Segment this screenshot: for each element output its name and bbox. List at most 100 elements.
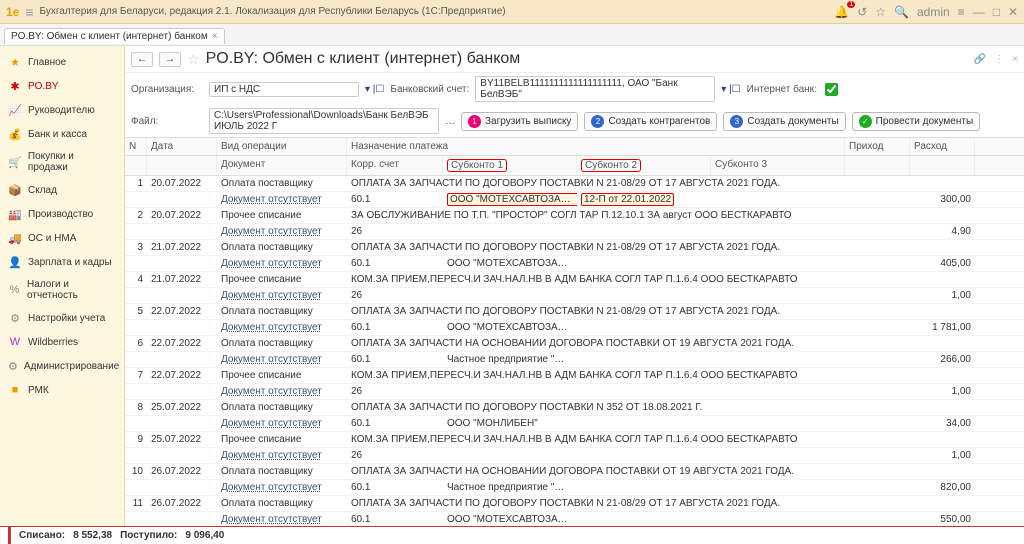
grid[interactable]: N Дата Вид операции Назначение платежа П… bbox=[125, 137, 1024, 526]
file-label: Файл: bbox=[131, 116, 203, 127]
nav-back[interactable]: ← bbox=[131, 52, 153, 67]
sidebar-item-банк-и-касса[interactable]: 💰Банк и касса bbox=[0, 122, 124, 146]
doc-missing-link[interactable]: Документ отсутствует bbox=[221, 194, 322, 205]
close-icon[interactable]: ✕ bbox=[1008, 5, 1018, 19]
table-row-sub[interactable]: Документ отсутствует60.1ООО "МОТЕХСАВТОЗ… bbox=[125, 256, 1024, 272]
file-picker[interactable]: … bbox=[445, 116, 455, 127]
sidebar-item-wildberries[interactable]: WWildberries bbox=[0, 330, 124, 354]
more-icon[interactable]: ⋮ bbox=[994, 54, 1004, 65]
btn-documents[interactable]: 3Создать документы bbox=[723, 112, 845, 131]
title-bar: 1e ≡ Бухгалтерия для Беларуси, редакция … bbox=[0, 0, 1024, 24]
settings-icon[interactable]: ≡ bbox=[958, 5, 965, 19]
nav-label: Руководителю bbox=[28, 105, 95, 116]
table-row-sub[interactable]: Документ отсутствует60.1Частное предприя… bbox=[125, 480, 1024, 496]
ibank-label: Интернет банк: bbox=[747, 84, 819, 95]
minimize-icon[interactable]: — bbox=[973, 5, 985, 19]
sidebar-item-производство[interactable]: 🏭Производство bbox=[0, 202, 124, 226]
nav-label: Wildberries bbox=[28, 337, 78, 348]
history-icon[interactable]: ↺ bbox=[857, 5, 867, 19]
logo-1c: 1e bbox=[6, 5, 19, 19]
sub2-header-highlight: Субконто 2 bbox=[581, 159, 641, 172]
bell-icon[interactable]: 🔔1 bbox=[834, 5, 849, 19]
sidebar-item-склад[interactable]: 📦Склад bbox=[0, 178, 124, 202]
grid-header-2: Документ Корр. счет Субконто 1 Субконто … bbox=[125, 156, 1024, 176]
table-row[interactable]: 220.07.2022Прочее списаниеЗА ОБСЛУЖИВАНИ… bbox=[125, 208, 1024, 224]
sub1-header-highlight: Субконто 1 bbox=[447, 159, 507, 172]
in-value: 9 096,40 bbox=[185, 530, 224, 541]
doc-missing-link[interactable]: Документ отсутствует bbox=[221, 226, 322, 237]
page-close-icon[interactable]: × bbox=[1012, 54, 1018, 65]
table-row[interactable]: 1026.07.2022Оплата поставщикуОПЛАТА ЗА З… bbox=[125, 464, 1024, 480]
nav-icon: ■ bbox=[8, 383, 22, 397]
doc-missing-link[interactable]: Документ отсутствует bbox=[221, 482, 322, 493]
table-row[interactable]: 722.07.2022Прочее списаниеКОМ.ЗА ПРИЕМ,П… bbox=[125, 368, 1024, 384]
sidebar-item-зарплата-и-кадры[interactable]: 👤Зарплата и кадры bbox=[0, 250, 124, 274]
in-label: Поступило: bbox=[120, 530, 177, 541]
doc-missing-link[interactable]: Документ отсутствует bbox=[221, 354, 322, 365]
nav-label: Настройки учета bbox=[28, 313, 105, 324]
doc-missing-link[interactable]: Документ отсутствует bbox=[221, 450, 322, 461]
bank-picker[interactable]: ▾ |☐ bbox=[721, 84, 740, 95]
nav-icon: 📦 bbox=[8, 183, 22, 197]
table-row-sub[interactable]: Документ отсутствует60.1ООО "МОТЕХСАВТОЗ… bbox=[125, 192, 1024, 208]
menu-icon[interactable]: ≡ bbox=[25, 4, 33, 20]
table-row-sub[interactable]: Документ отсутствует60.1Частное предприя… bbox=[125, 352, 1024, 368]
tab-close-icon[interactable]: × bbox=[212, 31, 218, 42]
nav-label: Покупки и продажи bbox=[28, 151, 116, 173]
table-row-sub[interactable]: Документ отсутствует261,00 bbox=[125, 288, 1024, 304]
tab-label: PO.BY: Обмен с клиент (интернет) банком bbox=[11, 31, 208, 42]
nav-label: Производство bbox=[28, 209, 93, 220]
table-row[interactable]: 825.07.2022Оплата поставщикуОПЛАТА ЗА ЗА… bbox=[125, 400, 1024, 416]
table-row[interactable]: 925.07.2022Прочее списаниеКОМ.ЗА ПРИЕМ,П… bbox=[125, 432, 1024, 448]
bank-input[interactable]: BY11BELB1111111111111111111, ОАО "Банк Б… bbox=[475, 76, 715, 102]
doc-missing-link[interactable]: Документ отсутствует bbox=[221, 386, 322, 397]
link-icon[interactable]: 🔗 bbox=[974, 54, 986, 65]
table-row-sub[interactable]: Документ отсутствует60.1ООО "МОТЕХСАВТОЗ… bbox=[125, 320, 1024, 336]
sidebar-item-рмк[interactable]: ■РМК bbox=[0, 378, 124, 402]
sidebar-item-главное[interactable]: ★Главное bbox=[0, 50, 124, 74]
org-picker[interactable]: ▾ |☐ bbox=[365, 84, 384, 95]
grid-header-1: N Дата Вид операции Назначение платежа П… bbox=[125, 138, 1024, 156]
sidebar-item-настройки-учета[interactable]: ⚙Настройки учета bbox=[0, 306, 124, 330]
favorite-icon[interactable]: ☆ bbox=[187, 51, 200, 68]
tab-poby[interactable]: PO.BY: Обмен с клиент (интернет) банком … bbox=[4, 28, 225, 44]
nav-label: Налоги и отчетность bbox=[27, 279, 116, 301]
bank-label: Банковский счет: bbox=[390, 84, 469, 95]
table-row-sub[interactable]: Документ отсутствует60.1ООО "МОНЛИБЕН"34… bbox=[125, 416, 1024, 432]
doc-missing-link[interactable]: Документ отсутствует bbox=[221, 258, 322, 269]
doc-missing-link[interactable]: Документ отсутствует bbox=[221, 290, 322, 301]
table-row-sub[interactable]: Документ отсутствует261,00 bbox=[125, 384, 1024, 400]
table-row-sub[interactable]: Документ отсутствует264,90 bbox=[125, 224, 1024, 240]
doc-missing-link[interactable]: Документ отсутствует bbox=[221, 322, 322, 333]
nav-forward[interactable]: → bbox=[159, 52, 181, 67]
sidebar: ★Главное✱PO.BY📈Руководителю💰Банк и касса… bbox=[0, 46, 125, 526]
user-name[interactable]: admin bbox=[917, 5, 950, 19]
sidebar-item-po.by[interactable]: ✱PO.BY bbox=[0, 74, 124, 98]
btn-post[interactable]: ✓Провести документы bbox=[852, 112, 981, 131]
sidebar-item-покупки-и-продажи[interactable]: 🛒Покупки и продажи bbox=[0, 146, 124, 178]
table-row[interactable]: 1126.07.2022Оплата поставщикуОПЛАТА ЗА З… bbox=[125, 496, 1024, 512]
sidebar-item-руководителю[interactable]: 📈Руководителю bbox=[0, 98, 124, 122]
table-row-sub[interactable]: Документ отсутствует261,00 bbox=[125, 448, 1024, 464]
file-input[interactable]: C:\Users\Professional\Downloads\Банк Бел… bbox=[209, 108, 439, 134]
maximize-icon[interactable]: □ bbox=[993, 5, 1000, 19]
sidebar-item-ос-и-нма[interactable]: 🚚ОС и НМА bbox=[0, 226, 124, 250]
nav-icon: % bbox=[8, 283, 21, 297]
table-row[interactable]: 120.07.2022Оплата поставщикуОПЛАТА ЗА ЗА… bbox=[125, 176, 1024, 192]
btn-load[interactable]: 1Загрузить выписку bbox=[461, 112, 578, 131]
table-row[interactable]: 622.07.2022Оплата поставщикуОПЛАТА ЗА ЗА… bbox=[125, 336, 1024, 352]
ibank-checkbox[interactable] bbox=[825, 83, 838, 96]
doc-missing-link[interactable]: Документ отсутствует bbox=[221, 418, 322, 429]
org-input[interactable]: ИП с НДС bbox=[209, 82, 359, 97]
app-title: Бухгалтерия для Беларуси, редакция 2.1. … bbox=[40, 6, 506, 17]
sidebar-item-налоги-и-отчетность[interactable]: % Налоги и отчетность bbox=[0, 274, 124, 306]
table-row[interactable]: 522.07.2022Оплата поставщикуОПЛАТА ЗА ЗА… bbox=[125, 304, 1024, 320]
doc-missing-link[interactable]: Документ отсутствует bbox=[221, 514, 322, 525]
sidebar-item-администрирование[interactable]: ⚙Администрирование bbox=[0, 354, 124, 378]
btn-contragents[interactable]: 2Создать контрагентов bbox=[584, 112, 717, 131]
table-row-sub[interactable]: Документ отсутствует60.1ООО "МОТЕХСАВТОЗ… bbox=[125, 512, 1024, 526]
table-row[interactable]: 321.07.2022Оплата поставщикуОПЛАТА ЗА ЗА… bbox=[125, 240, 1024, 256]
star-icon[interactable]: ☆ bbox=[875, 5, 886, 19]
table-row[interactable]: 421.07.2022Прочее списаниеКОМ.ЗА ПРИЕМ,П… bbox=[125, 272, 1024, 288]
search-icon[interactable]: 🔍 bbox=[894, 5, 909, 19]
